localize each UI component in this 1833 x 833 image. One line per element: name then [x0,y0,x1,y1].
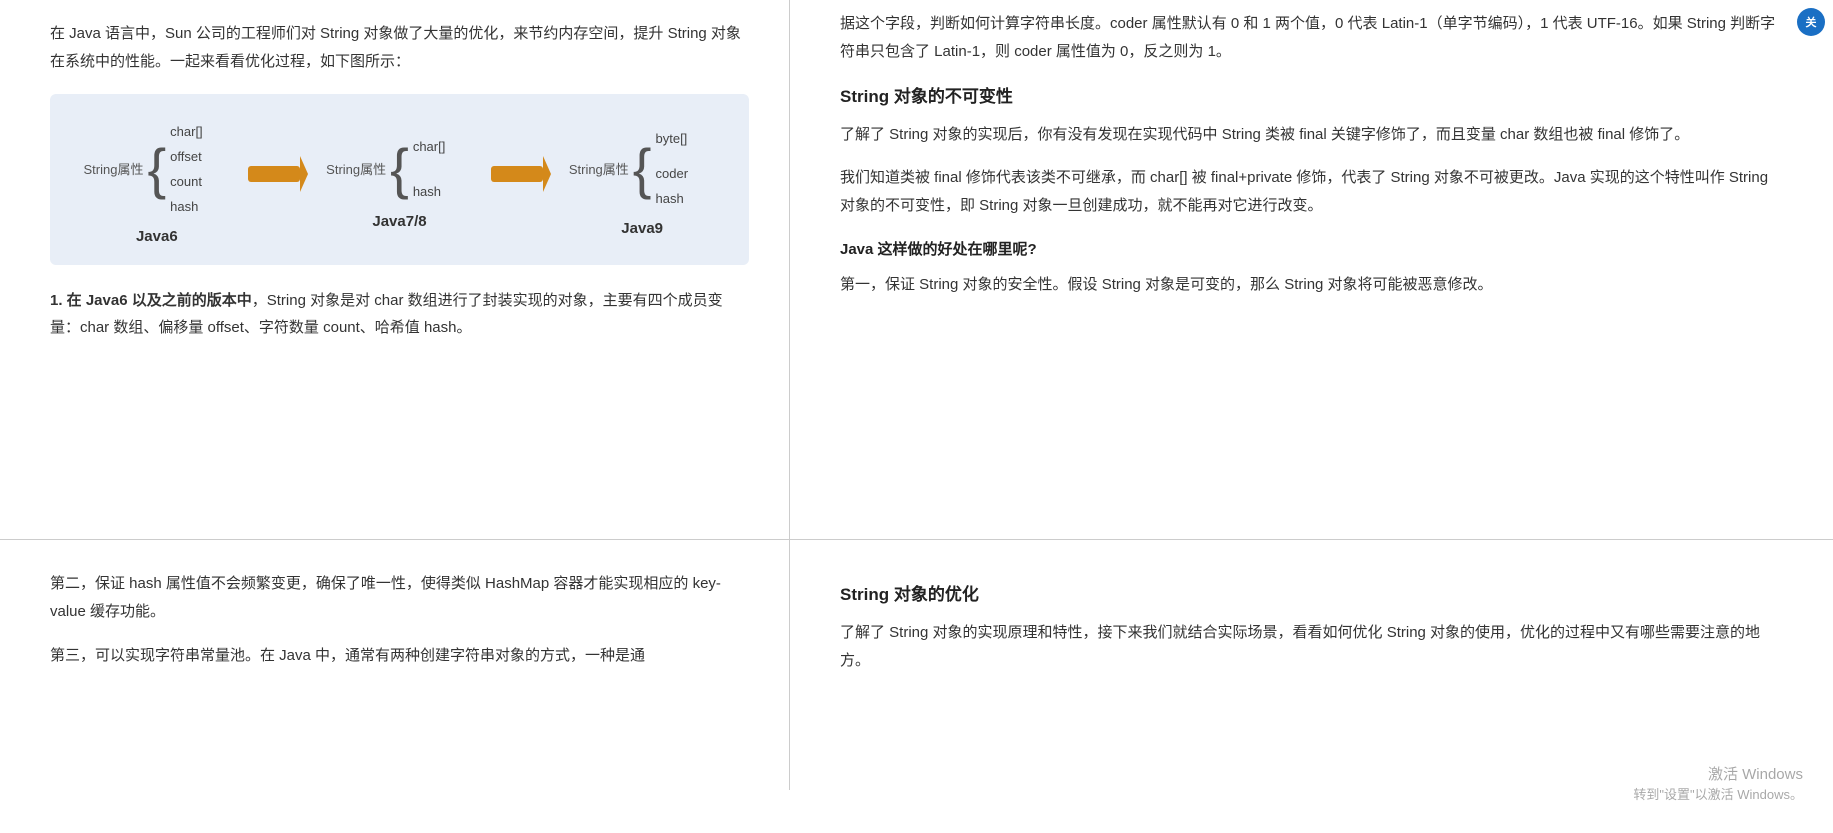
java6-struct: String属性 { char[] offset count hash [83,124,230,214]
java9-field-3: coder [656,166,716,181]
java9-brace: { [633,141,652,197]
java9-field-1: byte[] [656,131,716,146]
java78-struct: String属性 { char[] hash [326,139,473,199]
java6-field-3: count [170,174,230,189]
arrow-1 [248,156,308,192]
coder-intro-para: 据这个字段，判断如何计算字符串长度。coder 属性默认有 0 和 1 两个值，… [840,10,1783,66]
java78-brace: { [390,141,409,197]
left-column: 在 Java 语言中，Sun 公司的工程师们对 String 对象做了大量的优化… [0,0,790,539]
point1-strong: 1. 在 Java6 以及之前的版本中 [50,292,252,309]
java6-fields: char[] offset count hash [170,124,230,214]
java6-struct-label: String属性 [83,159,143,178]
bottom-p3: 第三，可以实现字符串常量池。在 Java 中，通常有两种创建字符串对象的方式，一… [50,642,749,670]
java78-fields: char[] hash [413,139,473,199]
java9-block: String属性 { byte[] coder hash Java9 [569,131,716,237]
immutability-p1: 了解了 String 对象的实现后，你有没有发现在实现代码中 String 类被… [840,121,1783,149]
java6-block: String属性 { char[] offset count hash Java… [83,124,230,245]
java6-label: Java6 [136,228,178,245]
java6-field-2: offset [170,149,230,164]
immutability-p2: 我们知道类被 final 修饰代表该类不可继承，而 char[] 被 final… [840,164,1783,220]
java78-block: String属性 { char[] hash Java7/8 [326,139,473,230]
diagram-container: String属性 { char[] offset count hash Java… [50,94,749,265]
java9-label: Java9 [621,220,663,237]
bottom-right-column: String 对象的优化 了解了 String 对象的实现原理和特性，接下来我们… [790,540,1833,790]
bottom-left-column: 第二，保证 hash 属性值不会频繁变更，确保了唯一性，使得类似 HashMap… [0,540,790,790]
java9-field-4: hash [656,191,716,206]
java78-struct-label: String属性 [326,159,386,178]
optimization-p1: 了解了 String 对象的实现原理和特性，接下来我们就结合实际场景，看看如何优… [840,619,1783,675]
intro-para: 在 Java 语言中，Sun 公司的工程师们对 String 对象做了大量的优化… [50,20,749,76]
java9-struct-label: String属性 [569,159,629,178]
point1-para: 1. 在 Java6 以及之前的版本中，String 对象是对 char 数组进… [50,287,749,343]
immutability-heading: String 对象的不可变性 [840,82,1783,107]
top-section: 在 Java 语言中，Sun 公司的工程师们对 String 对象做了大量的优化… [0,0,1833,540]
badge-top-right[interactable]: 关 [1797,8,1825,36]
java78-label: Java7/8 [372,213,426,230]
java78-field-4: hash [413,184,473,199]
bottom-p2: 第二，保证 hash 属性值不会频繁变更，确保了唯一性，使得类似 HashMap… [50,570,749,626]
arrow-1-icon [248,156,308,192]
benefit-heading: Java 这样做的好处在哪里呢? [840,238,1783,259]
benefit-p1: 第一，保证 String 对象的安全性。假设 String 对象是可变的，那么 … [840,271,1783,299]
optimization-heading: String 对象的优化 [840,580,1783,605]
right-column: 关 据这个字段，判断如何计算字符串长度。coder 属性默认有 0 和 1 两个… [790,0,1833,539]
java78-field-1: char[] [413,139,473,154]
java6-brace: { [147,141,166,197]
badge-label: 关 [1806,14,1817,30]
bottom-section: 第二，保证 hash 属性值不会频繁变更，确保了唯一性，使得类似 HashMap… [0,540,1833,790]
arrow-2-icon [491,156,551,192]
diagram-boxes: String属性 { char[] offset count hash Java… [70,124,729,245]
page-wrapper: 在 Java 语言中，Sun 公司的工程师们对 String 对象做了大量的优化… [0,0,1833,790]
java6-field-4: hash [170,199,230,214]
java6-field-1: char[] [170,124,230,139]
java9-fields: byte[] coder hash [656,131,716,206]
java9-struct: String属性 { byte[] coder hash [569,131,716,206]
arrow-2 [491,156,551,192]
